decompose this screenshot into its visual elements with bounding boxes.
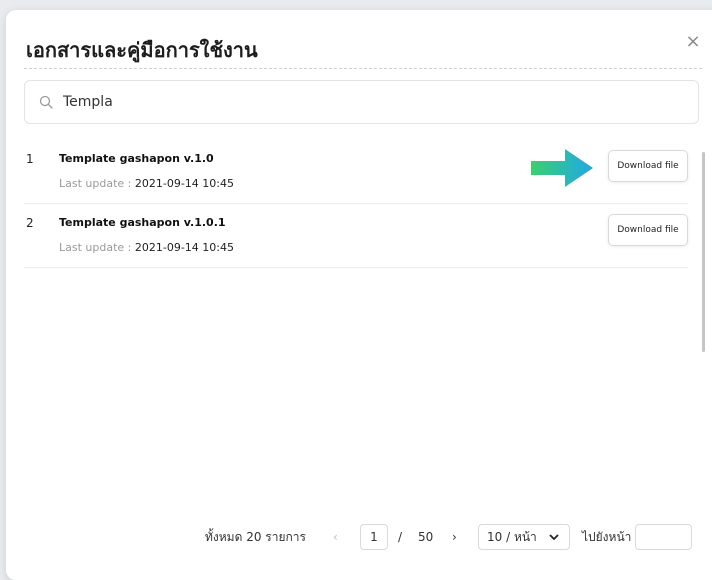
row-index: 2 xyxy=(26,216,34,230)
goto-page-input[interactable] xyxy=(635,524,692,550)
pagination-total: ทั้งหมด 20 รายการ xyxy=(205,530,306,544)
current-page-input[interactable]: 1 xyxy=(360,524,388,550)
title-divider xyxy=(24,68,702,69)
modal-title: เอกสารและคู่มือการใช้งาน xyxy=(26,38,258,62)
last-update-label: Last update : xyxy=(59,177,135,190)
close-icon[interactable]: × xyxy=(683,32,703,52)
document-title: Template gashapon v.1.0.1 xyxy=(59,216,226,229)
page-size-value: 10 / หน้า xyxy=(487,530,537,544)
goto-page-label: ไปยังหน้า xyxy=(582,530,632,544)
document-row: 2 Template gashapon v.1.0.1 Last update … xyxy=(24,204,688,268)
document-title: Template gashapon v.1.0 xyxy=(59,152,214,165)
pagination: ทั้งหมด 20 รายการ ‹ 1 / 50 › 10 / หน้า ไ… xyxy=(0,524,712,550)
chevron-down-icon xyxy=(549,534,559,541)
search-input[interactable] xyxy=(61,93,665,111)
page-separator: / xyxy=(398,530,403,544)
document-meta: Last update : 2021-09-14 10:45 xyxy=(59,241,234,254)
document-meta: Last update : 2021-09-14 10:45 xyxy=(59,177,234,190)
download-file-button[interactable]: Download file xyxy=(608,150,688,182)
arrow-pointer-icon xyxy=(531,149,593,187)
total-pages: 50 xyxy=(418,530,434,544)
row-index: 1 xyxy=(26,152,34,166)
prev-page-icon[interactable]: ‹ xyxy=(333,524,338,550)
documents-modal: เอกสารและคู่มือการใช้งาน × 1 Template ga… xyxy=(6,10,712,580)
last-update-date: 2021-09-14 10:45 xyxy=(134,177,234,190)
search-icon xyxy=(39,95,53,109)
search-box[interactable] xyxy=(24,80,699,124)
last-update-date: 2021-09-14 10:45 xyxy=(134,241,234,254)
scrollbar-thumb[interactable] xyxy=(702,152,705,352)
next-page-icon[interactable]: › xyxy=(452,524,457,550)
download-file-button[interactable]: Download file xyxy=(608,214,688,246)
page-size-select[interactable]: 10 / หน้า xyxy=(478,524,570,550)
last-update-label: Last update : xyxy=(59,241,135,254)
